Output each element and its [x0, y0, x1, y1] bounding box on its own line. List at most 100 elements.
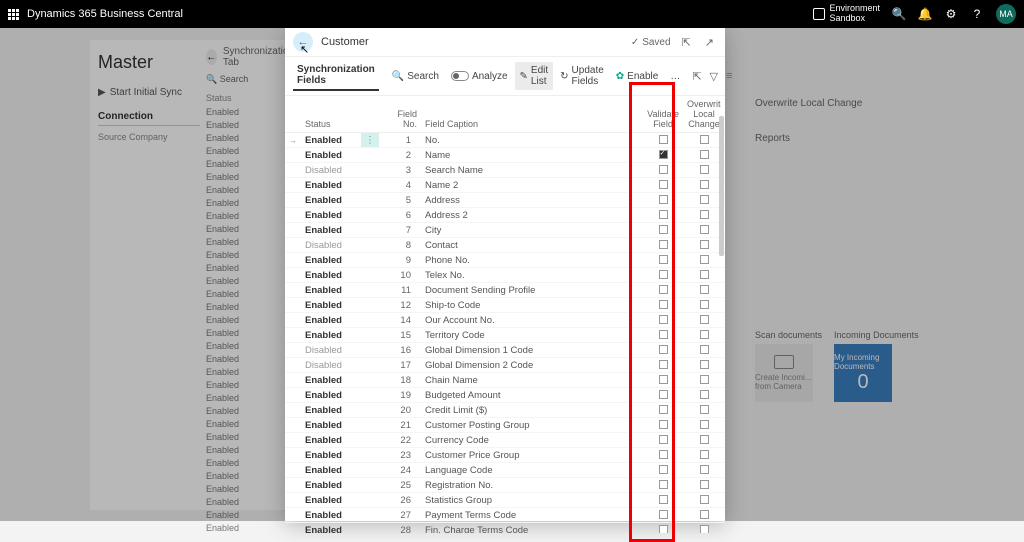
validate-checkbox[interactable] [643, 523, 683, 534]
row-menu[interactable] [361, 373, 379, 388]
app-launcher-icon[interactable] [8, 9, 19, 20]
row-menu[interactable] [361, 298, 379, 313]
overwrite-checkbox[interactable] [683, 268, 725, 283]
table-row[interactable]: Enabled26Statistics Group [285, 493, 725, 508]
table-row[interactable]: Enabled9Phone No. [285, 253, 725, 268]
status-cell[interactable]: Disabled [301, 358, 361, 373]
update-fields-action[interactable]: ↻Update Fields [555, 62, 609, 90]
search-action[interactable]: 🔍Search [387, 68, 444, 85]
col-caption[interactable]: Field Caption [421, 96, 643, 133]
status-cell[interactable]: Disabled [301, 238, 361, 253]
status-cell[interactable]: Enabled [301, 313, 361, 328]
share-icon[interactable]: ⇱ [679, 36, 694, 49]
col-validate[interactable]: Validate Field [643, 96, 683, 133]
overwrite-checkbox[interactable] [683, 328, 725, 343]
row-menu[interactable] [361, 163, 379, 178]
row-menu[interactable] [361, 328, 379, 343]
validate-checkbox[interactable] [643, 193, 683, 208]
table-row[interactable]: Enabled23Customer Price Group [285, 448, 725, 463]
status-cell[interactable]: Enabled [301, 133, 361, 148]
analyze-action[interactable]: Analyze [446, 68, 513, 85]
status-cell[interactable]: Enabled [301, 208, 361, 223]
row-menu[interactable] [361, 208, 379, 223]
status-cell[interactable]: Enabled [301, 448, 361, 463]
overwrite-checkbox[interactable] [683, 493, 725, 508]
validate-checkbox[interactable] [643, 508, 683, 523]
validate-checkbox[interactable] [643, 163, 683, 178]
table-row[interactable]: Enabled15Territory Code [285, 328, 725, 343]
row-menu[interactable] [361, 433, 379, 448]
validate-checkbox[interactable] [643, 373, 683, 388]
share-toolbar-icon[interactable]: ⇱ [689, 70, 704, 83]
col-status[interactable]: Status [301, 96, 361, 133]
row-menu[interactable] [361, 493, 379, 508]
table-row[interactable]: Enabled24Language Code [285, 463, 725, 478]
row-menu[interactable] [361, 223, 379, 238]
row-menu[interactable] [361, 283, 379, 298]
status-cell[interactable]: Disabled [301, 343, 361, 358]
status-cell[interactable]: Enabled [301, 223, 361, 238]
overwrite-checkbox[interactable] [683, 373, 725, 388]
validate-checkbox[interactable] [643, 178, 683, 193]
row-menu[interactable] [361, 463, 379, 478]
table-row[interactable]: Enabled6Address 2 [285, 208, 725, 223]
status-cell[interactable]: Enabled [301, 193, 361, 208]
overwrite-checkbox[interactable] [683, 283, 725, 298]
row-menu[interactable]: ⋮ [361, 133, 379, 148]
overwrite-checkbox[interactable] [683, 403, 725, 418]
row-menu[interactable] [361, 313, 379, 328]
row-menu[interactable] [361, 358, 379, 373]
status-cell[interactable]: Enabled [301, 328, 361, 343]
status-cell[interactable]: Enabled [301, 523, 361, 534]
overwrite-checkbox[interactable] [683, 448, 725, 463]
table-row[interactable]: Enabled12Ship-to Code [285, 298, 725, 313]
row-menu[interactable] [361, 523, 379, 534]
table-row[interactable]: Disabled8Contact [285, 238, 725, 253]
table-row[interactable]: Enabled20Credit Limit ($) [285, 403, 725, 418]
overwrite-checkbox[interactable] [683, 343, 725, 358]
table-row[interactable]: Disabled16Global Dimension 1 Code [285, 343, 725, 358]
overwrite-checkbox[interactable] [683, 388, 725, 403]
validate-checkbox[interactable] [643, 358, 683, 373]
validate-checkbox[interactable] [643, 133, 683, 148]
status-cell[interactable]: Disabled [301, 163, 361, 178]
validate-checkbox[interactable] [643, 253, 683, 268]
scrollbar[interactable] [719, 116, 724, 256]
row-menu[interactable] [361, 148, 379, 163]
status-cell[interactable]: Enabled [301, 253, 361, 268]
status-cell[interactable]: Enabled [301, 148, 361, 163]
status-cell[interactable]: Enabled [301, 298, 361, 313]
status-cell[interactable]: Enabled [301, 463, 361, 478]
row-menu[interactable] [361, 178, 379, 193]
row-menu[interactable] [361, 478, 379, 493]
edit-list-action[interactable]: ✎Edit List [515, 62, 554, 90]
table-row[interactable]: Enabled21Customer Posting Group [285, 418, 725, 433]
status-cell[interactable]: Enabled [301, 373, 361, 388]
validate-checkbox[interactable] [643, 478, 683, 493]
status-cell[interactable]: Enabled [301, 268, 361, 283]
validate-checkbox[interactable] [643, 493, 683, 508]
table-row[interactable]: Enabled4Name 2 [285, 178, 725, 193]
status-cell[interactable]: Enabled [301, 433, 361, 448]
user-avatar[interactable]: MA [996, 4, 1016, 24]
validate-checkbox[interactable] [643, 208, 683, 223]
list-icon[interactable]: ≡ [723, 70, 735, 82]
table-row[interactable]: Enabled7City [285, 223, 725, 238]
more-actions[interactable]: … [665, 68, 685, 85]
status-cell[interactable]: Enabled [301, 403, 361, 418]
table-row[interactable]: Enabled2Name [285, 148, 725, 163]
validate-checkbox[interactable] [643, 418, 683, 433]
status-cell[interactable]: Enabled [301, 388, 361, 403]
validate-checkbox[interactable] [643, 328, 683, 343]
row-menu[interactable] [361, 388, 379, 403]
table-row[interactable]: Enabled27Payment Terms Code [285, 508, 725, 523]
validate-checkbox[interactable] [643, 433, 683, 448]
table-row[interactable]: Enabled19Budgeted Amount [285, 388, 725, 403]
row-menu[interactable] [361, 193, 379, 208]
overwrite-checkbox[interactable] [683, 358, 725, 373]
validate-checkbox[interactable] [643, 403, 683, 418]
settings-icon[interactable]: ⚙ [944, 7, 958, 21]
status-cell[interactable]: Enabled [301, 508, 361, 523]
search-icon[interactable]: 🔍 [892, 7, 906, 21]
row-menu[interactable] [361, 343, 379, 358]
